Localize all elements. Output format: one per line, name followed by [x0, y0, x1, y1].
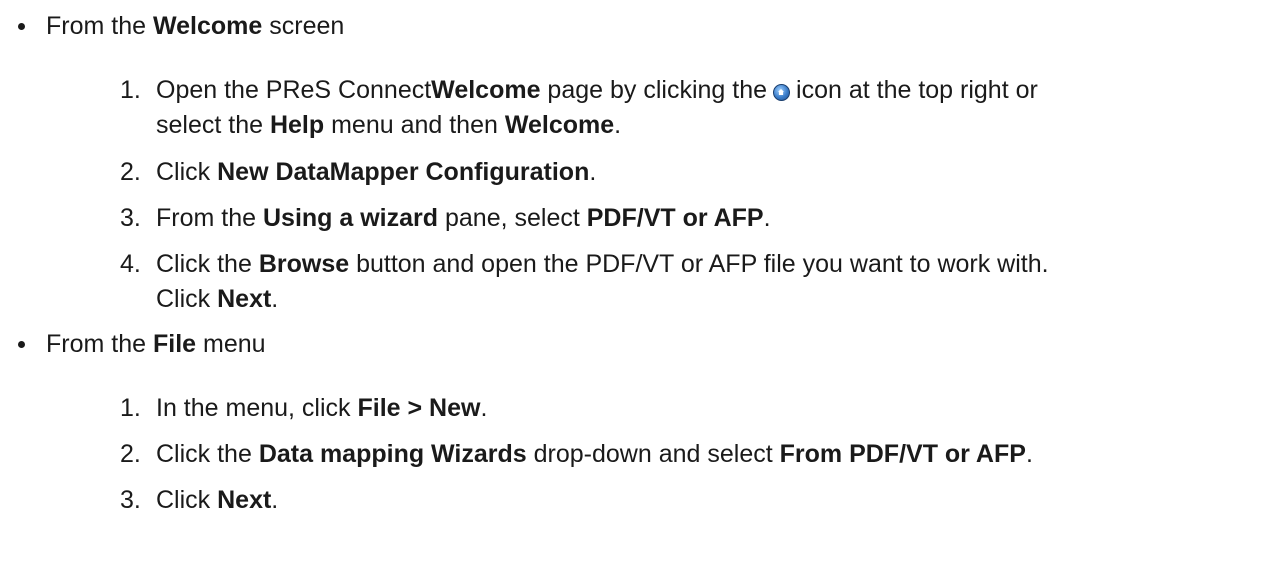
- step-text-bold: From PDF/VT or AFP: [779, 440, 1026, 468]
- bullet-text-bold: Welcome: [152, 12, 263, 40]
- step-number: 2.: [120, 440, 141, 468]
- step-number: 1.: [120, 76, 141, 104]
- step-text: From the Using a wizard pane, select PDF…: [156, 201, 1266, 236]
- step-text-bold: Browse: [258, 250, 350, 278]
- bullet-dot: [18, 23, 25, 30]
- step-text-part: Click the: [156, 440, 259, 468]
- step-text-part: .: [271, 285, 279, 313]
- step-number: 2.: [120, 158, 141, 186]
- step-text-part: .: [480, 394, 488, 422]
- bullet-dot: [18, 341, 25, 348]
- step-text-bold: New DataMapper Configuration: [217, 158, 590, 186]
- step-text-part: drop-down and select: [526, 440, 780, 468]
- step-text: In the menu, click File > New.: [156, 391, 1266, 426]
- step-number: 4.: [120, 250, 141, 278]
- step-text-part: menu and then: [324, 111, 505, 139]
- step-text: Click the Data mapping Wizards drop-down…: [156, 437, 1266, 472]
- bullet-text-bold: File: [152, 330, 197, 358]
- step-text-part: .: [763, 204, 771, 232]
- step-text-bold: Using a wizard: [262, 204, 439, 232]
- bullet-text-pre: From the: [46, 330, 153, 358]
- step-text-part: Click: [156, 158, 218, 186]
- step-text-part: button and open the PDF/VT or AFP file y…: [349, 250, 1049, 278]
- step-text-part: .: [614, 111, 622, 139]
- step-text-part: page by clicking the: [540, 76, 768, 104]
- step-text-part: icon at the top right or: [796, 76, 1038, 104]
- step-text-bold: PDF/VT or AFP: [586, 204, 764, 232]
- step-text-part: Click: [156, 486, 218, 514]
- step-number: 3.: [120, 204, 141, 232]
- step-number: 3.: [120, 486, 141, 514]
- step-line-1: Open the PReS ConnectWelcome page by cli…: [156, 73, 1266, 108]
- step-text-bold: Next: [217, 285, 272, 313]
- bullet-text: From the File menu: [46, 327, 266, 362]
- step-text: Open the PReS ConnectWelcome page by cli…: [156, 73, 1266, 143]
- bullet-text-post: screen: [262, 12, 345, 40]
- bullet-text-pre: From the: [46, 12, 153, 40]
- step-line-1: Click the Browse button and open the PDF…: [156, 247, 1266, 282]
- step-line-2: Click Next.: [156, 282, 1266, 317]
- step-number: 1.: [120, 394, 141, 422]
- step-text: Click Next.: [156, 483, 1266, 518]
- bullet-text: From the Welcome screen: [46, 9, 344, 44]
- step-text-bold: Help: [269, 111, 325, 139]
- step-text-bold: Welcome: [431, 76, 541, 104]
- step-text-part: .: [589, 158, 597, 186]
- step-text-part: pane, select: [438, 204, 587, 232]
- step-text-part: Click the: [156, 250, 259, 278]
- step-text-part: .: [271, 486, 279, 514]
- step-text-bold: Next: [217, 486, 272, 514]
- welcome-home-icon: [773, 84, 791, 101]
- step-text: Click the Browse button and open the PDF…: [156, 247, 1266, 317]
- step-line-2: select the Help menu and then Welcome.: [156, 108, 1266, 143]
- step-text-part: .: [1025, 440, 1033, 468]
- step-text-bold: Data mapping Wizards: [258, 440, 527, 468]
- step-text-part: select the: [156, 111, 270, 139]
- step-text: Click New DataMapper Configuration.: [156, 155, 1266, 190]
- step-text-part: From the: [156, 204, 263, 232]
- step-text-part: Click: [156, 285, 218, 313]
- step-text-part: Open the PReS Connect: [156, 76, 432, 104]
- step-text-bold: File > New: [357, 394, 481, 422]
- step-text-part: In the menu, click: [156, 394, 358, 422]
- bullet-text-post: menu: [196, 330, 266, 358]
- step-text-bold: Welcome: [504, 111, 615, 139]
